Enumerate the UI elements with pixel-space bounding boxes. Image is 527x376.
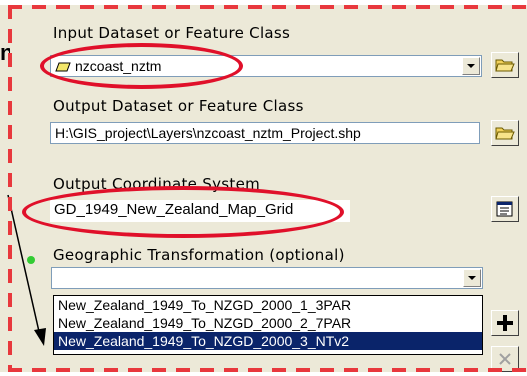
required-indicator-dot xyxy=(27,256,35,264)
input-browse-button[interactable] xyxy=(491,52,519,78)
input-dataset-label: Input Dataset or Feature Class xyxy=(53,24,291,42)
transformation-label: Geographic Transformation (optional) xyxy=(53,246,345,264)
properties-icon xyxy=(496,201,513,217)
bottom-margin xyxy=(0,372,527,376)
annotation-border-top xyxy=(8,5,527,9)
plus-icon xyxy=(497,315,513,331)
add-transformation-button[interactable] xyxy=(491,310,519,336)
output-dataset-label: Output Dataset or Feature Class xyxy=(53,97,304,115)
annotation-border-left xyxy=(8,5,12,372)
open-folder-icon xyxy=(495,127,515,140)
coordinate-highlight-oval xyxy=(22,186,344,238)
transformation-dropdown-button[interactable] xyxy=(463,269,481,287)
transformation-combobox[interactable] xyxy=(51,267,483,289)
transformation-option-selected[interactable]: New_Zealand_1949_To_NZGD_2000_3_NTv2 xyxy=(54,332,482,350)
input-highlight-oval xyxy=(40,43,243,89)
open-folder-icon xyxy=(495,59,515,72)
project-tool-dialog: n Input Dataset or Feature Class nzcoast… xyxy=(0,0,527,376)
annotation-border-bottom xyxy=(8,368,527,372)
coordinate-properties-button[interactable] xyxy=(491,196,519,222)
transformation-dropdown-list[interactable]: New_Zealand_1949_To_NZGD_2000_1_3PAR New… xyxy=(53,295,483,355)
output-browse-button[interactable] xyxy=(491,120,519,146)
output-dataset-input[interactable]: H:\GIS_project\Layers\nzcoast_nztm_Proje… xyxy=(50,122,480,144)
input-dropdown-button[interactable] xyxy=(462,57,480,75)
transformation-option[interactable]: New_Zealand_1949_To_NZGD_2000_1_3PAR xyxy=(54,296,482,314)
x-icon xyxy=(499,353,511,365)
transformation-option[interactable]: New_Zealand_1949_To_NZGD_2000_2_7PAR xyxy=(54,314,482,332)
